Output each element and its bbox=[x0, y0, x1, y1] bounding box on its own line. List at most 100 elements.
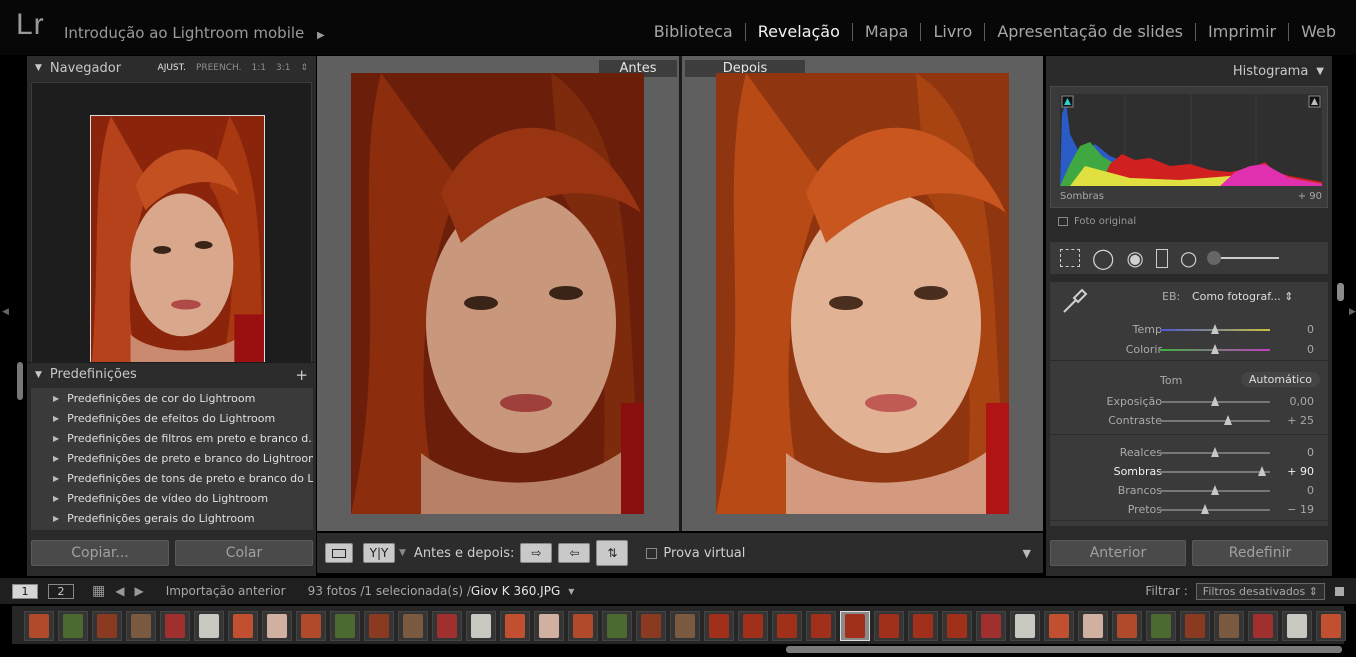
preset-folder[interactable]: ▶ Predefinições de efeitos do Lightroom bbox=[31, 408, 313, 428]
module-revela-o[interactable]: Revelação bbox=[746, 22, 852, 41]
original-photo-checkbox[interactable] bbox=[1058, 217, 1068, 226]
filter-lock-icon[interactable] bbox=[1335, 586, 1344, 596]
filmstrip-thumbnail[interactable] bbox=[58, 611, 88, 641]
module-biblioteca[interactable]: Biblioteca bbox=[642, 22, 745, 41]
slider-track[interactable] bbox=[1160, 471, 1270, 473]
filmstrip-thumbnail[interactable] bbox=[1180, 611, 1210, 641]
filmstrip-thumbnail[interactable] bbox=[500, 611, 530, 641]
filmstrip-thumbnail[interactable] bbox=[874, 611, 904, 641]
spot-removal-icon[interactable]: ◯ bbox=[1092, 246, 1114, 270]
slider-value[interactable]: + 25 bbox=[1287, 414, 1314, 427]
filmstrip-thumbnail[interactable] bbox=[942, 611, 972, 641]
preset-folder[interactable]: ▶ Predefinições de preto e branco do Ligh… bbox=[31, 448, 313, 468]
previous-button[interactable]: Anterior bbox=[1050, 540, 1186, 566]
slider-thumb[interactable] bbox=[1211, 485, 1219, 495]
slider-thumb[interactable] bbox=[1211, 447, 1219, 457]
filmstrip-thumbnail[interactable] bbox=[1044, 611, 1074, 641]
copy-after-to-before-button[interactable]: ⇦ bbox=[558, 543, 591, 563]
slider-thumb[interactable] bbox=[1224, 415, 1233, 425]
filmstrip-thumbnail[interactable] bbox=[738, 611, 768, 641]
slider-thumb[interactable] bbox=[1211, 324, 1219, 334]
slider-thumb[interactable] bbox=[1201, 504, 1210, 514]
filename-dropdown-icon[interactable]: ▼ bbox=[568, 587, 574, 596]
secondary-window-button[interactable]: 2 bbox=[48, 583, 74, 599]
filmstrip-thumbnail[interactable] bbox=[1146, 611, 1176, 641]
filmstrip-thumbnail[interactable] bbox=[840, 611, 870, 641]
histogram[interactable]: Sombras + 90 bbox=[1050, 86, 1328, 208]
slider-thumb[interactable] bbox=[1211, 396, 1219, 406]
primary-window-button[interactable]: 1 bbox=[12, 583, 38, 599]
forward-arrow-icon[interactable]: ▶ bbox=[134, 584, 143, 598]
slider-value[interactable]: − 19 bbox=[1287, 503, 1314, 516]
filmstrip-thumbnail[interactable] bbox=[296, 611, 326, 641]
filmstrip-thumbnail[interactable] bbox=[126, 611, 156, 641]
zoom-arrows-icon[interactable]: ⇕ bbox=[300, 63, 308, 73]
filmstrip-thumbnail[interactable] bbox=[432, 611, 462, 641]
filmstrip-thumbnail[interactable] bbox=[636, 611, 666, 641]
mode-dropdown-icon[interactable]: ▼ bbox=[399, 548, 406, 558]
slider-exposure[interactable]: Exposição 0,00 bbox=[1050, 392, 1328, 411]
radial-filter-icon[interactable]: ○ bbox=[1180, 246, 1197, 270]
before-after-mode-button[interactable]: Y|Y bbox=[363, 543, 395, 563]
expand-triangle-icon[interactable]: ▶ bbox=[53, 414, 59, 423]
after-photo[interactable] bbox=[716, 73, 1009, 514]
slider-track[interactable] bbox=[1160, 420, 1270, 422]
right-panel-scrollbar[interactable] bbox=[1337, 283, 1344, 301]
before-photo[interactable] bbox=[351, 73, 644, 514]
module-imprimir[interactable]: Imprimir bbox=[1196, 22, 1288, 41]
catalog-title[interactable]: Introdução ao Lightroom mobile ▶ bbox=[64, 24, 325, 42]
module-apresenta-o-de-slides[interactable]: Apresentação de slides bbox=[985, 22, 1195, 41]
paste-button[interactable]: Colar bbox=[175, 540, 313, 566]
crop-icon[interactable] bbox=[1060, 249, 1080, 267]
slider-thumb[interactable] bbox=[1258, 466, 1267, 476]
filmstrip-thumbnail[interactable] bbox=[1282, 611, 1312, 641]
expand-triangle-icon[interactable]: ▶ bbox=[53, 434, 59, 443]
filmstrip-thumbnail[interactable] bbox=[364, 611, 394, 641]
preset-folder[interactable]: ▶ Predefinições gerais do Lightroom bbox=[31, 508, 313, 528]
slider-value[interactable]: 0 bbox=[1307, 446, 1314, 459]
navigator-header[interactable]: ▼ Navegador AJUST. PREENCH. 1:1 3:1 ⇕ bbox=[27, 56, 316, 80]
filmstrip-thumbnail[interactable] bbox=[194, 611, 224, 641]
zoom-option[interactable]: 3:1 bbox=[276, 63, 290, 73]
slider-value[interactable]: + 90 bbox=[1287, 465, 1314, 478]
slider-value[interactable]: 0 bbox=[1307, 484, 1314, 497]
filmstrip-thumbnail[interactable] bbox=[772, 611, 802, 641]
loupe-view-button[interactable] bbox=[325, 543, 353, 563]
module-web[interactable]: Web bbox=[1289, 22, 1348, 41]
slider-thumb[interactable] bbox=[1211, 344, 1219, 354]
collapse-triangle-icon[interactable]: ▼ bbox=[1316, 66, 1324, 77]
grid-icon[interactable]: ▦ bbox=[92, 583, 105, 599]
slider-highlights[interactable]: Realces 0 bbox=[1050, 443, 1328, 462]
copy-button[interactable]: Copiar... bbox=[31, 540, 169, 566]
filmstrip-thumbnail[interactable] bbox=[1316, 611, 1346, 641]
graduated-filter-icon[interactable] bbox=[1155, 248, 1168, 268]
expand-triangle-icon[interactable]: ▶ bbox=[53, 514, 59, 523]
filmstrip-thumbnail[interactable] bbox=[704, 611, 734, 641]
preset-folder[interactable]: ▶ Predefinições de filtros em preto e bra… bbox=[31, 428, 313, 448]
source-label[interactable]: Importação anterior bbox=[166, 584, 286, 598]
expand-triangle-icon[interactable]: ▶ bbox=[53, 454, 59, 463]
module-mapa[interactable]: Mapa bbox=[853, 22, 921, 41]
right-panel-toggle-icon[interactable]: ▶ bbox=[1349, 307, 1356, 317]
expand-triangle-icon[interactable]: ▶ bbox=[53, 474, 59, 483]
filmstrip-thumbnail[interactable] bbox=[976, 611, 1006, 641]
white-balance-row[interactable]: EB: Como fotograf... ⇕ bbox=[1050, 290, 1328, 308]
histogram-header[interactable]: Histograma ▼ bbox=[1046, 56, 1332, 86]
filmstrip-thumbnail[interactable] bbox=[24, 611, 54, 641]
collapse-triangle-icon[interactable]: ▼ bbox=[35, 63, 42, 73]
navigator-preview[interactable] bbox=[31, 82, 312, 382]
slider-blacks[interactable]: Pretos − 19 bbox=[1050, 500, 1328, 519]
navigator-thumbnail[interactable] bbox=[90, 115, 265, 376]
preset-folder[interactable]: ▶ Predefinições de cor do Lightroom bbox=[31, 388, 313, 408]
soft-proof-checkbox[interactable] bbox=[646, 547, 658, 559]
left-panel-toggle-icon[interactable]: ◀ bbox=[2, 307, 9, 317]
slider-track[interactable] bbox=[1160, 509, 1270, 511]
filmstrip-thumbnail[interactable] bbox=[466, 611, 496, 641]
add-preset-icon[interactable]: + bbox=[295, 366, 308, 384]
filmstrip-thumbnail[interactable] bbox=[398, 611, 428, 641]
auto-tone-button[interactable]: Automático bbox=[1240, 372, 1320, 387]
reset-button[interactable]: Redefinir bbox=[1192, 540, 1328, 566]
preset-folder[interactable]: ▶ Predefinições de vídeo do Lightroom bbox=[31, 488, 313, 508]
filmstrip-thumbnail[interactable] bbox=[1214, 611, 1244, 641]
slider-value[interactable]: 0,00 bbox=[1290, 395, 1315, 408]
